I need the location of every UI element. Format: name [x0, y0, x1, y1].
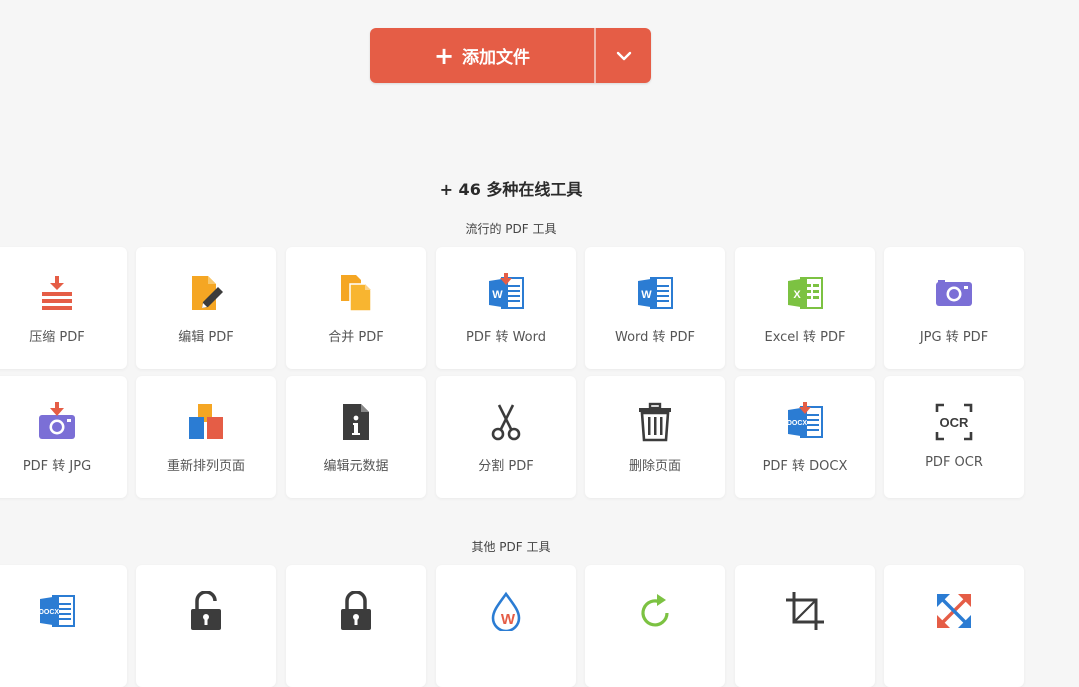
tools-count-heading: + 46 多种在线工具: [439, 180, 583, 199]
tool-card-label: JPG 转 PDF: [919, 330, 989, 345]
tool-card-label: 编辑 PDF: [178, 330, 234, 345]
rotate-icon: [635, 591, 675, 631]
svg-text:W: W: [492, 289, 503, 301]
tool-card-jpg-to-pdf[interactable]: JPG 转 PDF: [884, 247, 1024, 369]
svg-text:OCR: OCR: [940, 415, 970, 430]
jpg-to-pdf-icon: [934, 273, 974, 313]
svg-text:W: W: [641, 289, 652, 301]
svg-text:DOCX: DOCX: [787, 420, 808, 427]
add-file-button-group: + 添加文件: [370, 28, 651, 83]
word-to-pdf-icon: W: [635, 273, 675, 313]
tool-card-label: 分割 PDF: [478, 459, 534, 474]
svg-text:DOCX: DOCX: [39, 609, 60, 616]
tool-card-label: 重新排列页面: [166, 459, 245, 474]
pdf-to-word-icon: W: [486, 273, 526, 313]
tool-card-compress[interactable]: 压缩 PDF: [0, 247, 127, 369]
svg-text:X: X: [793, 289, 801, 301]
tool-card-trash[interactable]: 删除页面: [585, 376, 725, 498]
tool-card-label: PDF 转 DOCX: [762, 459, 848, 474]
add-file-label: 添加文件: [462, 48, 531, 68]
pdf-to-docx-icon: DOCX: [785, 402, 825, 442]
tool-card-label: 压缩 PDF: [29, 330, 85, 345]
chevron-down-icon: [616, 51, 631, 60]
tool-card-label: 删除页面: [628, 459, 681, 474]
tool-card-word-to-pdf[interactable]: W Word 转 PDF: [585, 247, 725, 369]
tool-card-crop[interactable]: [735, 565, 875, 687]
tool-card-pdf-to-word[interactable]: W PDF 转 Word: [436, 247, 576, 369]
edit-pdf-icon: [186, 273, 226, 313]
reorder-pages-icon: [186, 402, 226, 442]
plus-icon: +: [433, 41, 455, 70]
resize-icon: [934, 591, 974, 631]
svg-text:W: W: [501, 611, 516, 628]
tool-card-edit-pdf[interactable]: 编辑 PDF: [136, 247, 276, 369]
tool-card-label: PDF OCR: [925, 455, 983, 470]
tool-card-pdf-to-docx[interactable]: DOCX PDF 转 DOCX: [735, 376, 875, 498]
tool-card-ocr[interactable]: OCR PDF OCR: [884, 376, 1024, 498]
compress-icon: [37, 273, 77, 313]
crop-icon: [785, 591, 825, 631]
trash-icon: [635, 402, 675, 442]
tool-card-pdf-to-jpg[interactable]: PDF 转 JPG: [0, 376, 127, 498]
tool-card-label: Excel 转 PDF: [764, 330, 846, 345]
watermark-icon: W: [486, 591, 526, 631]
tool-card-resize[interactable]: [884, 565, 1024, 687]
tool-card-lock[interactable]: [286, 565, 426, 687]
ocr-icon: OCR: [934, 402, 974, 442]
tool-card-metadata[interactable]: 编辑元数据: [286, 376, 426, 498]
merge-icon: [336, 273, 376, 313]
tool-card-rotate[interactable]: [585, 565, 725, 687]
excel-to-pdf-icon: X: [785, 273, 825, 313]
docx-icon: DOCX: [37, 591, 77, 631]
tool-card-merge[interactable]: 合并 PDF: [286, 247, 426, 369]
add-file-dropdown-button[interactable]: [596, 28, 651, 83]
other-tools-section-title: 其他 PDF 工具: [471, 540, 551, 554]
popular-tools-section-title: 流行的 PDF 工具: [465, 222, 557, 236]
tool-card-label: 编辑元数据: [323, 459, 389, 474]
tool-card-unlock[interactable]: [136, 565, 276, 687]
lock-icon: [336, 591, 376, 631]
tool-card-watermark[interactable]: W: [436, 565, 576, 687]
tool-card-label: PDF 转 JPG: [22, 459, 92, 474]
tool-card-reorder-pages[interactable]: 重新排列页面: [136, 376, 276, 498]
tool-card-label: 合并 PDF: [328, 330, 384, 345]
tool-card-docx[interactable]: DOCX: [0, 565, 127, 687]
pdf-to-jpg-icon: [37, 402, 77, 442]
scissors-icon: [486, 402, 526, 442]
unlock-icon: [186, 591, 226, 631]
add-file-button[interactable]: + 添加文件: [370, 28, 594, 83]
tool-card-label: Word 转 PDF: [614, 330, 695, 345]
tool-card-scissors[interactable]: 分割 PDF: [436, 376, 576, 498]
tool-card-label: PDF 转 Word: [465, 330, 546, 345]
tool-card-excel-to-pdf[interactable]: X Excel 转 PDF: [735, 247, 875, 369]
metadata-icon: [336, 402, 376, 442]
